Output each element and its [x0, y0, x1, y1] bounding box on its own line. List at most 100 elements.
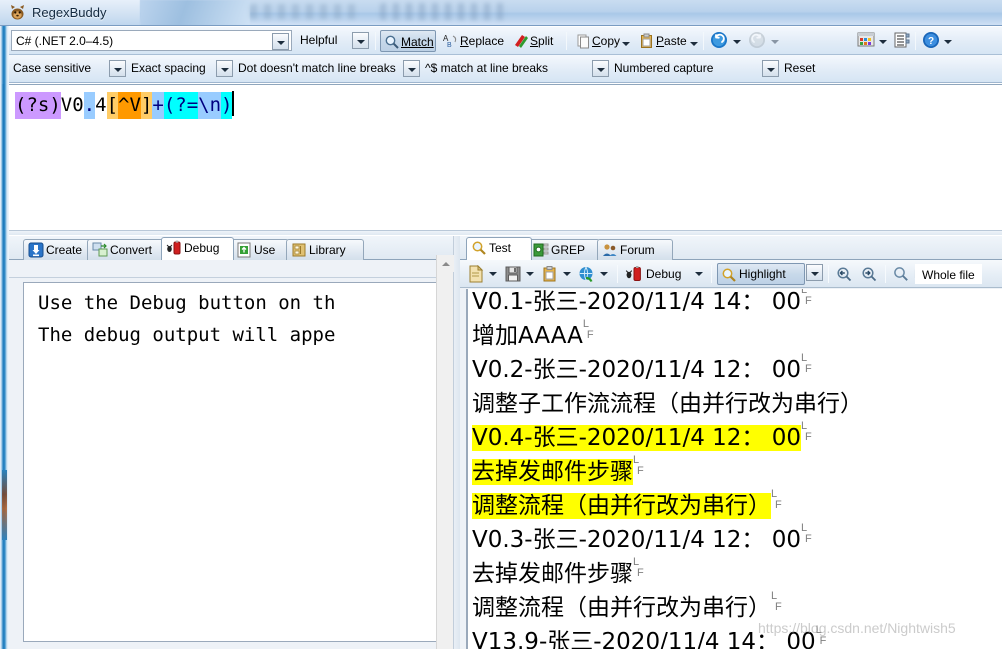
- subject-text-area[interactable]: V0.1-张三-2020/11/4 14： 00 L F 增加AAAA L F V0.2-张…: [468, 289, 1002, 649]
- regex-segment-10: ): [221, 92, 233, 119]
- debug-output-box[interactable]: Use the Debug button on th The debug out…: [23, 282, 447, 642]
- subject-line-text: 增加AAAA: [472, 323, 583, 349]
- title-blurred-text-b: [380, 3, 510, 20]
- paste-button[interactable]: Paste: [636, 30, 698, 52]
- magnifier-icon: [384, 34, 400, 50]
- chevron-down-icon[interactable]: [272, 33, 289, 50]
- subject-line[interactable]: 调整流程（由并行改为串行） L F: [472, 590, 787, 625]
- replace-icon: A B: [443, 33, 459, 49]
- match-button[interactable]: Match: [380, 30, 436, 52]
- right-panel-tabs: Test GREP Forum: [460, 236, 1002, 260]
- debug-icon: [625, 265, 643, 283]
- left-panel-scrollbar[interactable]: [436, 255, 454, 649]
- subject-line[interactable]: V13.9-张三-2020/11/4 14： 00 L F: [472, 624, 832, 649]
- new-file-chevron-down-icon[interactable]: [489, 270, 498, 278]
- color-grid-icon[interactable]: [857, 31, 875, 49]
- tab-grep[interactable]: GREP: [528, 239, 600, 260]
- tab-library[interactable]: Library: [286, 239, 364, 260]
- help-icon[interactable]: ?: [922, 31, 940, 49]
- globe-icon[interactable]: [578, 265, 596, 283]
- debug-chevron-down-icon[interactable]: [695, 270, 704, 278]
- option-capture-label: Numbered capture: [614, 61, 714, 75]
- regex-segment-5: ^V: [118, 92, 141, 119]
- paste-chevron-down-icon[interactable]: [563, 270, 572, 278]
- option-dot-chevron-down-icon[interactable]: [403, 60, 420, 77]
- tab-debug[interactable]: Debug: [161, 237, 234, 260]
- window-left-border-accent: [2, 470, 7, 540]
- subject-line[interactable]: 调整流程（由并行改为串行） L F: [472, 488, 787, 523]
- regex-input[interactable]: (?s)V0.4[^V]+(?=\n): [15, 91, 235, 119]
- tab-test-label: Test: [489, 241, 512, 255]
- subject-line[interactable]: 去掉发邮件步骤 L F: [472, 454, 649, 489]
- regex-segment-6: ]: [140, 92, 153, 119]
- line-break-marker: LF: [801, 352, 812, 375]
- paste-chevron-down-icon[interactable]: [690, 40, 699, 48]
- highlight-button-label: Highlight: [739, 267, 786, 281]
- option-spacing-chevron-down-icon[interactable]: [216, 60, 233, 77]
- line-break-marker: LF: [582, 318, 594, 341]
- highlight-button[interactable]: Highlight: [717, 263, 805, 285]
- regexbuddy-window: RegexBuddy C# (.NET 2.0–4.5) Helpful Mat…: [0, 0, 1002, 649]
- regex-flavor-combo[interactable]: C# (.NET 2.0–4.5): [11, 30, 292, 51]
- paste-button-label: Paste: [656, 34, 687, 48]
- option-reset-button[interactable]: Reset: [784, 61, 815, 75]
- copy-button-label: Copy: [592, 34, 621, 48]
- scroll-up-arrow-icon[interactable]: [437, 255, 454, 272]
- tab-library-label: Library: [309, 243, 346, 257]
- undo-icon[interactable]: [710, 31, 728, 49]
- color-grid-chevron-down-icon[interactable]: [879, 38, 888, 46]
- subject-line[interactable]: V0.2-张三-2020/11/4 12： 00 L F: [472, 352, 817, 387]
- regex-editor-pane[interactable]: (?s)V0.4[^V]+(?=\n): [9, 84, 1002, 230]
- split-icon: [513, 33, 529, 49]
- globe-chevron-down-icon[interactable]: [600, 270, 609, 278]
- scope-field[interactable]: Whole file: [915, 264, 982, 284]
- regex-segment-3: 4: [95, 94, 107, 116]
- subject-line[interactable]: V0.1-张三-2020/11/4 14： 00 L F: [472, 289, 817, 319]
- debug-button-label[interactable]: Debug: [646, 267, 681, 281]
- find-previous-icon[interactable]: [835, 265, 853, 283]
- regex-toolbar-row-2: Case sensitive Exact spacing Dot doesn't…: [9, 55, 1002, 83]
- option-capture-chevron-down-icon[interactable]: [762, 60, 779, 77]
- regexbuddy-icon: [9, 4, 26, 21]
- save-chevron-down-icon[interactable]: [526, 270, 535, 278]
- title-bar: RegexBuddy: [0, 0, 1002, 26]
- replace-button[interactable]: A B Replace: [440, 30, 508, 52]
- highlight-chevron-down-icon[interactable]: [806, 264, 823, 281]
- tab-forum[interactable]: Forum: [597, 239, 673, 260]
- svg-text:?: ?: [928, 36, 934, 47]
- regex-mode-label: Helpful: [300, 33, 338, 47]
- vertical-splitter[interactable]: [453, 236, 460, 649]
- new-file-icon[interactable]: [467, 264, 485, 283]
- paste-icon: [639, 33, 655, 49]
- option-case-chevron-down-icon[interactable]: [109, 60, 126, 77]
- replace-button-label: Replace: [460, 34, 505, 48]
- regex-mode-chevron-down-icon[interactable]: [352, 32, 369, 49]
- subject-line-text: V0.2-张三-2020/11/4 12： 00: [472, 357, 801, 383]
- regex-caret: [232, 91, 235, 116]
- grep-icon: [533, 242, 549, 258]
- subject-line[interactable]: 去掉发邮件步骤 L F: [472, 556, 649, 591]
- option-anchors-chevron-down-icon[interactable]: [592, 60, 609, 77]
- save-icon[interactable]: [504, 265, 522, 283]
- regex-segment-0: (?s): [15, 92, 61, 119]
- tab-forum-label: Forum: [620, 243, 655, 257]
- test-magnifier-icon: [471, 240, 487, 256]
- undo-chevron-down-icon[interactable]: [733, 38, 742, 46]
- tab-test[interactable]: Test: [466, 237, 532, 260]
- line-break-marker: LF: [633, 454, 644, 477]
- help-chevron-down-icon[interactable]: [944, 38, 953, 46]
- test-toolbar: Debug Highlight Whole file: [460, 260, 1002, 288]
- regex-flavor-value: C# (.NET 2.0–4.5): [16, 34, 114, 48]
- subject-line[interactable]: V0.4-张三-2020/11/4 12： 00 L F: [472, 420, 817, 455]
- subject-line[interactable]: V0.3-张三-2020/11/4 12： 00 L F: [472, 522, 817, 557]
- layout-list-icon[interactable]: [893, 31, 911, 49]
- regex-segment-1: V0: [60, 94, 84, 116]
- paste-icon[interactable]: [541, 265, 559, 283]
- subject-line[interactable]: 增加AAAA L F: [472, 318, 599, 353]
- split-button[interactable]: Split: [510, 30, 560, 52]
- convert-icon: [92, 242, 108, 258]
- copy-chevron-down-icon[interactable]: [622, 40, 631, 48]
- tab-use[interactable]: Use: [231, 239, 289, 260]
- highlight-magnifier-icon: [721, 267, 737, 283]
- find-next-icon[interactable]: [860, 265, 878, 283]
